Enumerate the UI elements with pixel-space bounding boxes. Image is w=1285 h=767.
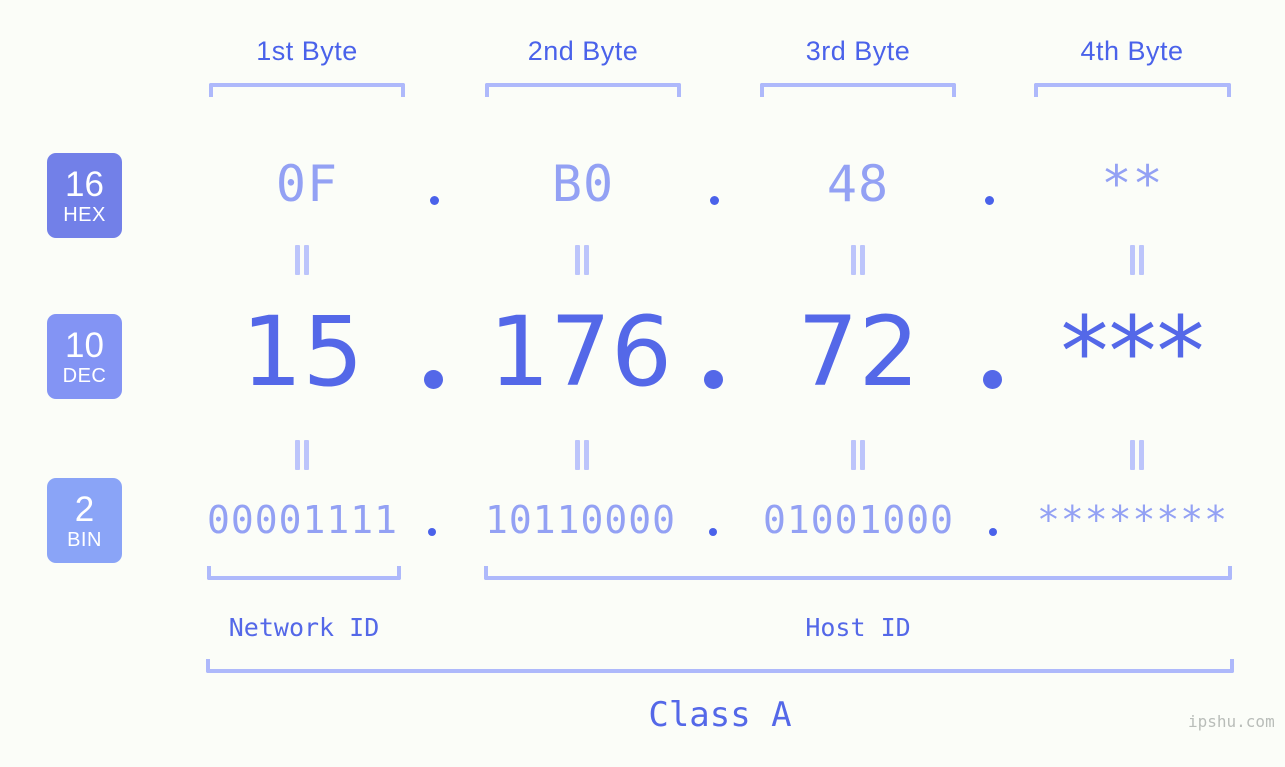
site-watermark: ipshu.com	[1188, 712, 1275, 731]
dec-separator-2-icon	[704, 370, 723, 389]
byte-header-2-label: 2nd Byte	[527, 36, 639, 66]
equals-mark-dec-bin-1-icon	[293, 440, 311, 470]
bin-byte-4-value: ********	[1036, 498, 1229, 542]
base-badge-bin-name: BIN	[67, 528, 102, 551]
byte-header-1-label: 1st Byte	[256, 36, 358, 66]
equals-mark-hex-dec-2-icon	[573, 245, 591, 275]
hex-separator-1-icon	[430, 196, 439, 205]
bin-separator-3-icon	[989, 528, 997, 536]
equals-mark-hex-dec-1-icon	[293, 245, 311, 275]
bin-byte-3-value: 01001000	[762, 498, 955, 542]
hex-separator-3-icon	[985, 196, 994, 205]
base-badge-hex: 16 HEX	[47, 153, 122, 238]
hex-separator-2-icon	[710, 196, 719, 205]
class-label: Class A	[648, 695, 792, 735]
host-id-label: Host ID	[805, 613, 911, 642]
base-badge-bin-number: 2	[74, 489, 95, 529]
equals-mark-dec-bin-2-icon	[573, 440, 591, 470]
bin-byte-2-value: 10110000	[484, 498, 677, 542]
class-bracket-icon	[206, 659, 1234, 673]
host-id-bracket-icon	[484, 566, 1232, 580]
dec-byte-2-value: 176	[488, 296, 673, 408]
equals-mark-dec-bin-4-icon	[1128, 440, 1146, 470]
byte-header-3-label: 3rd Byte	[805, 36, 911, 66]
hex-byte-3-value: 48	[826, 155, 890, 213]
byte-bracket-2-icon	[485, 83, 681, 97]
bin-separator-2-icon	[709, 528, 717, 536]
ip-breakdown-diagram: 1st Byte 2nd Byte 3rd Byte 4th Byte 16 H…	[0, 0, 1285, 767]
equals-mark-hex-dec-3-icon	[849, 245, 867, 275]
base-badge-hex-number: 16	[65, 164, 104, 204]
hex-byte-2-value: B0	[551, 155, 615, 213]
base-badge-dec-number: 10	[65, 325, 104, 365]
base-badge-bin: 2 BIN	[47, 478, 122, 563]
byte-bracket-4-icon	[1034, 83, 1231, 97]
byte-header-3: 3rd Byte	[760, 36, 956, 67]
byte-header-1: 1st Byte	[209, 36, 405, 67]
equals-mark-hex-dec-4-icon	[1128, 245, 1146, 275]
network-id-bracket-icon	[207, 566, 401, 580]
byte-header-4: 4th Byte	[1034, 36, 1230, 67]
base-badge-dec-name: DEC	[62, 364, 107, 387]
base-badge-hex-name: HEX	[63, 203, 106, 226]
hex-byte-4-value: **	[1101, 155, 1164, 213]
bin-separator-1-icon	[428, 528, 436, 536]
byte-bracket-1-icon	[209, 83, 405, 97]
dec-byte-4-value: ***	[1060, 296, 1205, 408]
byte-header-4-label: 4th Byte	[1080, 36, 1184, 66]
byte-header-2: 2nd Byte	[485, 36, 681, 67]
bin-byte-1-value: 00001111	[206, 498, 399, 542]
byte-bracket-3-icon	[760, 83, 956, 97]
hex-byte-1-value: 0F	[275, 155, 339, 213]
dec-separator-3-icon	[983, 370, 1002, 389]
dec-separator-1-icon	[424, 370, 443, 389]
dec-byte-3-value: 72	[797, 296, 920, 408]
equals-mark-dec-bin-3-icon	[849, 440, 867, 470]
network-id-label: Network ID	[228, 613, 380, 642]
base-badge-dec: 10 DEC	[47, 314, 122, 399]
dec-byte-1-value: 15	[241, 296, 364, 408]
